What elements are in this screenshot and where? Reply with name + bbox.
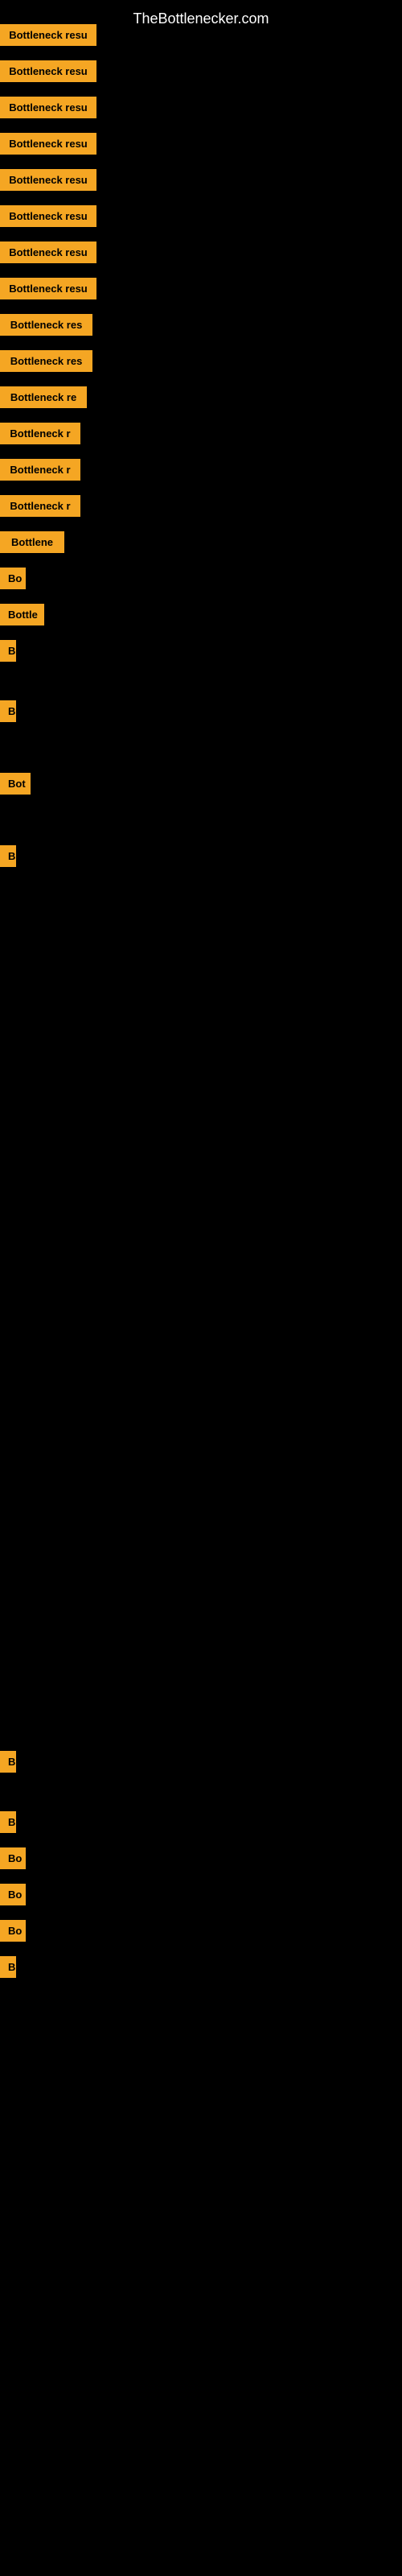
bottleneck-button-4[interactable]: Bottleneck resu bbox=[0, 133, 96, 155]
bottleneck-button-7[interactable]: Bottleneck resu bbox=[0, 242, 96, 263]
bottleneck-button-24[interactable]: Bo bbox=[0, 1847, 26, 1869]
bottleneck-button-11[interactable]: Bottleneck re bbox=[0, 386, 87, 408]
bottleneck-button-14[interactable]: Bottleneck r bbox=[0, 495, 80, 517]
bottleneck-button-6[interactable]: Bottleneck resu bbox=[0, 205, 96, 227]
bottleneck-button-10[interactable]: Bottleneck res bbox=[0, 350, 92, 372]
bottleneck-button-26[interactable]: Bo bbox=[0, 1920, 26, 1942]
bottleneck-button-15[interactable]: Bottlene bbox=[0, 531, 64, 553]
bottleneck-button-27[interactable]: B bbox=[0, 1956, 16, 1978]
bottleneck-button-25[interactable]: Bo bbox=[0, 1884, 26, 1905]
bottleneck-button-21[interactable]: B bbox=[0, 845, 16, 867]
bottleneck-button-12[interactable]: Bottleneck r bbox=[0, 423, 80, 444]
bottleneck-button-8[interactable]: Bottleneck resu bbox=[0, 278, 96, 299]
bottleneck-button-22[interactable]: B bbox=[0, 1751, 16, 1773]
bottleneck-button-2[interactable]: Bottleneck resu bbox=[0, 60, 96, 82]
bottleneck-button-3[interactable]: Bottleneck resu bbox=[0, 97, 96, 118]
bottleneck-button-23[interactable]: B bbox=[0, 1811, 16, 1833]
bottleneck-button-5[interactable]: Bottleneck resu bbox=[0, 169, 96, 191]
bottleneck-button-20[interactable]: Bot bbox=[0, 773, 31, 795]
bottleneck-button-18[interactable]: B bbox=[0, 640, 16, 662]
bottleneck-button-16[interactable]: Bo bbox=[0, 568, 26, 589]
bottleneck-button-9[interactable]: Bottleneck res bbox=[0, 314, 92, 336]
bottleneck-button-13[interactable]: Bottleneck r bbox=[0, 459, 80, 481]
bottleneck-button-1[interactable]: Bottleneck resu bbox=[0, 24, 96, 46]
bottleneck-button-17[interactable]: Bottle bbox=[0, 604, 44, 625]
bottleneck-button-19[interactable]: B bbox=[0, 700, 16, 722]
